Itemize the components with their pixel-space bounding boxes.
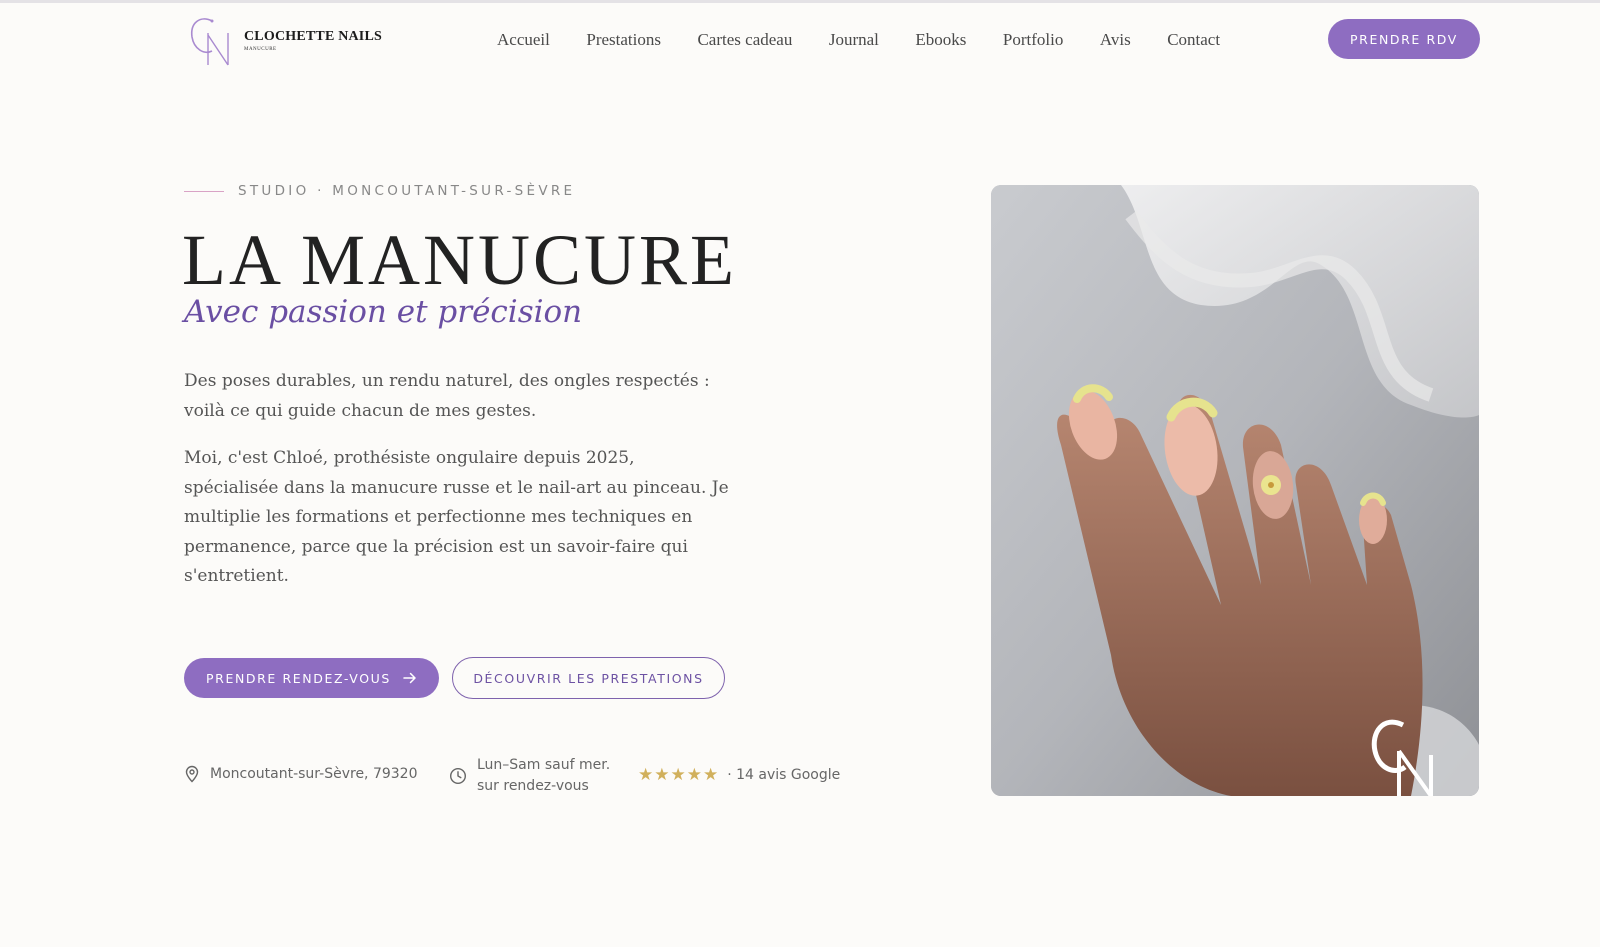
nav-item-portfolio[interactable]: Portfolio — [1003, 30, 1063, 50]
clock-icon — [449, 767, 467, 785]
brand-name: CLOCHETTE NAILS — [244, 28, 382, 44]
hours-line-appointment: sur rendez-vous — [477, 778, 589, 794]
rating-info[interactable]: ★★★★★ · 14 avis Google — [638, 765, 840, 785]
star-rating-icons: ★★★★★ — [638, 765, 720, 785]
brand-tagline: MANUCURE — [244, 46, 277, 52]
main-nav: Accueil Prestations Cartes cadeau Journa… — [497, 30, 1257, 50]
logo[interactable]: CLOCHETTE NAILS MANUCURE — [186, 13, 382, 67]
hours-info: Lun–Sam sauf mer. sur rendez-vous — [449, 755, 610, 797]
book-appointment-primary-button[interactable]: PRENDRE RENDEZ-VOUS — [184, 658, 439, 698]
hours-line-days: Lun–Sam sauf mer. — [477, 757, 611, 773]
hero-eyebrow: STUDIO · MONCOUTANT-SUR-SÈVRE — [184, 183, 575, 199]
hero-manicure-photo — [991, 185, 1479, 796]
nav-item-accueil[interactable]: Accueil — [497, 30, 550, 50]
nav-item-cartes-cadeau[interactable]: Cartes cadeau — [697, 30, 792, 50]
arrow-right-icon — [403, 672, 416, 684]
site-header: CLOCHETTE NAILS MANUCURE Accueil Prestat… — [0, 3, 1600, 75]
book-appointment-button[interactable]: PRENDRE RDV — [1328, 19, 1480, 59]
eyebrow-text: STUDIO · MONCOUTANT-SUR-SÈVRE — [238, 183, 576, 199]
location-pin-icon — [185, 765, 199, 783]
nav-item-contact[interactable]: Contact — [1167, 30, 1220, 50]
hero-title: LA MANUCURE — [182, 220, 738, 300]
logo-mark-icon — [190, 18, 229, 66]
nav-item-prestations[interactable]: Prestations — [586, 30, 661, 50]
hero-paragraph-about: Moi, c'est Chloé, prothésiste ongulaire … — [184, 448, 729, 586]
location-info: Moncoutant-sur-Sèvre, 79320 — [184, 765, 418, 783]
primary-button-label: PRENDRE RENDEZ-VOUS — [206, 670, 391, 686]
nav-item-journal[interactable]: Journal — [829, 30, 879, 50]
location-text: Moncoutant-sur-Sèvre, 79320 — [210, 766, 418, 782]
hero-paragraph-intro: Des poses durables, un rendu naturel, de… — [184, 371, 710, 421]
rating-text: · 14 avis Google — [727, 767, 841, 783]
nav-item-ebooks[interactable]: Ebooks — [915, 30, 966, 50]
eyebrow-divider — [184, 190, 224, 192]
hand-manicure-photo — [991, 185, 1479, 796]
nav-item-avis[interactable]: Avis — [1100, 30, 1131, 50]
discover-services-button[interactable]: DÉCOUVRIR LES PRESTATIONS — [452, 657, 725, 699]
hero-subtitle: Avec passion et précision — [184, 294, 583, 330]
